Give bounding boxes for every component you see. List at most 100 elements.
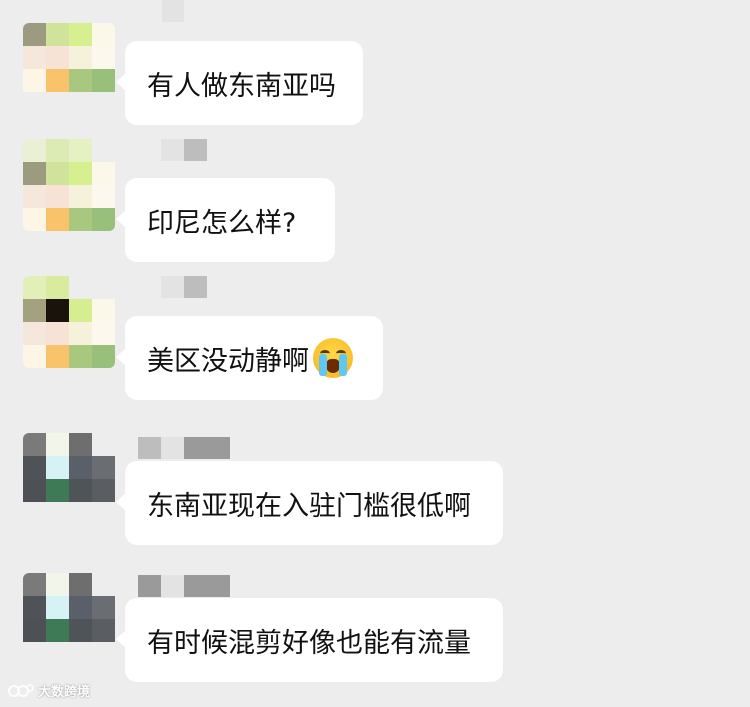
- avatar-pixel: [92, 208, 115, 231]
- sender-name-blurred: [138, 575, 230, 597]
- sender-name-blurred: [161, 276, 207, 298]
- avatar-pixel: [46, 642, 69, 665]
- avatar-pixel: [69, 162, 92, 185]
- avatar-pixel: [69, 69, 92, 92]
- avatar-pixel: [69, 502, 92, 525]
- avatar-pixel: [23, 92, 46, 115]
- avatar-pixel: [92, 185, 115, 208]
- avatar-pixel: [23, 596, 46, 619]
- name-pixel: [184, 139, 207, 161]
- name-pixel: [184, 437, 207, 459]
- name-pixel: [161, 437, 184, 459]
- avatar-pixel: [92, 92, 115, 115]
- avatar-pixel: [23, 139, 46, 162]
- avatar-pixel: [46, 46, 69, 69]
- avatar-pixel: [92, 162, 115, 185]
- sender-name-blurred: [138, 437, 230, 459]
- avatar-pixel: [92, 299, 115, 322]
- message-text: 印尼怎么样?: [147, 207, 297, 239]
- message-bubble[interactable]: 有时候混剪好像也能有流量: [116, 598, 503, 682]
- avatar-pixel: [92, 46, 115, 69]
- avatar-pixel: [69, 642, 92, 665]
- avatar-pixel: [92, 69, 115, 92]
- avatar-pixel: [23, 276, 46, 299]
- avatar-pixel: [23, 573, 46, 596]
- message-bubble[interactable]: 东南亚现在入驻门槛很低啊: [116, 461, 503, 545]
- avatar-pixel: [69, 23, 92, 46]
- avatar-pixel: [92, 456, 115, 479]
- message-text: 有时候混剪好像也能有流量: [147, 627, 471, 659]
- avatar[interactable]: [23, 276, 115, 368]
- avatar-pixel: [69, 573, 92, 596]
- name-pixel: [207, 575, 230, 597]
- watermark: 大数跨境: [8, 681, 90, 700]
- avatar-pixel: [92, 573, 115, 596]
- avatar-pixel: [23, 299, 46, 322]
- avatar-pixel: [69, 596, 92, 619]
- name-pixel: [184, 276, 207, 298]
- avatar-pixel: [92, 276, 115, 299]
- avatar-pixel: [46, 322, 69, 345]
- avatar-pixel: [23, 69, 46, 92]
- avatar-pixel: [23, 322, 46, 345]
- name-pixel: [161, 139, 184, 161]
- name-pixel: [138, 437, 161, 459]
- avatar[interactable]: [23, 23, 115, 115]
- avatar-pixel: [46, 573, 69, 596]
- avatar-pixel: [69, 345, 92, 368]
- avatar-pixel: [46, 23, 69, 46]
- avatar-pixel: [92, 596, 115, 619]
- avatar-pixel: [92, 345, 115, 368]
- avatar-pixel: [92, 502, 115, 525]
- avatar-pixel: [23, 479, 46, 502]
- avatar-pixel: [69, 276, 92, 299]
- crying-face-emoji-icon: [313, 338, 353, 378]
- avatar-pixel: [46, 92, 69, 115]
- blurred-header-strip: [162, 0, 184, 22]
- avatar-pixel: [92, 322, 115, 345]
- name-pixel: [161, 276, 184, 298]
- avatar[interactable]: [23, 139, 115, 231]
- avatar-pixel: [69, 139, 92, 162]
- avatar-pixel: [69, 208, 92, 231]
- name-pixel: [207, 437, 230, 459]
- avatar-pixel: [23, 162, 46, 185]
- brand-logo-icon: [8, 682, 34, 700]
- avatar-pixel: [92, 433, 115, 456]
- avatar[interactable]: [23, 433, 115, 525]
- avatar-pixel: [69, 46, 92, 69]
- avatar-pixel: [92, 139, 115, 162]
- avatar[interactable]: [23, 573, 115, 665]
- avatar-pixel: [46, 139, 69, 162]
- avatar-pixel: [23, 433, 46, 456]
- avatar-pixel: [46, 479, 69, 502]
- avatar-pixel: [69, 619, 92, 642]
- avatar-pixel: [92, 642, 115, 665]
- avatar-pixel: [46, 456, 69, 479]
- sender-name-blurred: [161, 139, 207, 161]
- avatar-pixel: [46, 299, 69, 322]
- avatar-pixel: [46, 619, 69, 642]
- avatar-pixel: [46, 208, 69, 231]
- message-bubble[interactable]: 印尼怎么样?: [116, 178, 335, 262]
- message-bubble[interactable]: 美区没动静啊: [116, 316, 383, 400]
- avatar-pixel: [46, 345, 69, 368]
- avatar-pixel: [46, 276, 69, 299]
- avatar-pixel: [23, 619, 46, 642]
- avatar-pixel: [69, 322, 92, 345]
- message-text: 有人做东南亚吗: [147, 70, 336, 102]
- avatar-pixel: [92, 619, 115, 642]
- avatar-pixel: [23, 456, 46, 479]
- watermark-text: 大数跨境: [38, 685, 91, 700]
- avatar-pixel: [23, 345, 46, 368]
- avatar-pixel: [69, 92, 92, 115]
- avatar-pixel: [23, 642, 46, 665]
- avatar-pixel: [69, 479, 92, 502]
- message-bubble[interactable]: 有人做东南亚吗: [116, 41, 363, 125]
- name-pixel: [161, 575, 184, 597]
- name-pixel: [138, 575, 161, 597]
- avatar-pixel: [69, 185, 92, 208]
- avatar-pixel: [23, 46, 46, 69]
- name-pixel: [184, 575, 207, 597]
- avatar-pixel: [23, 185, 46, 208]
